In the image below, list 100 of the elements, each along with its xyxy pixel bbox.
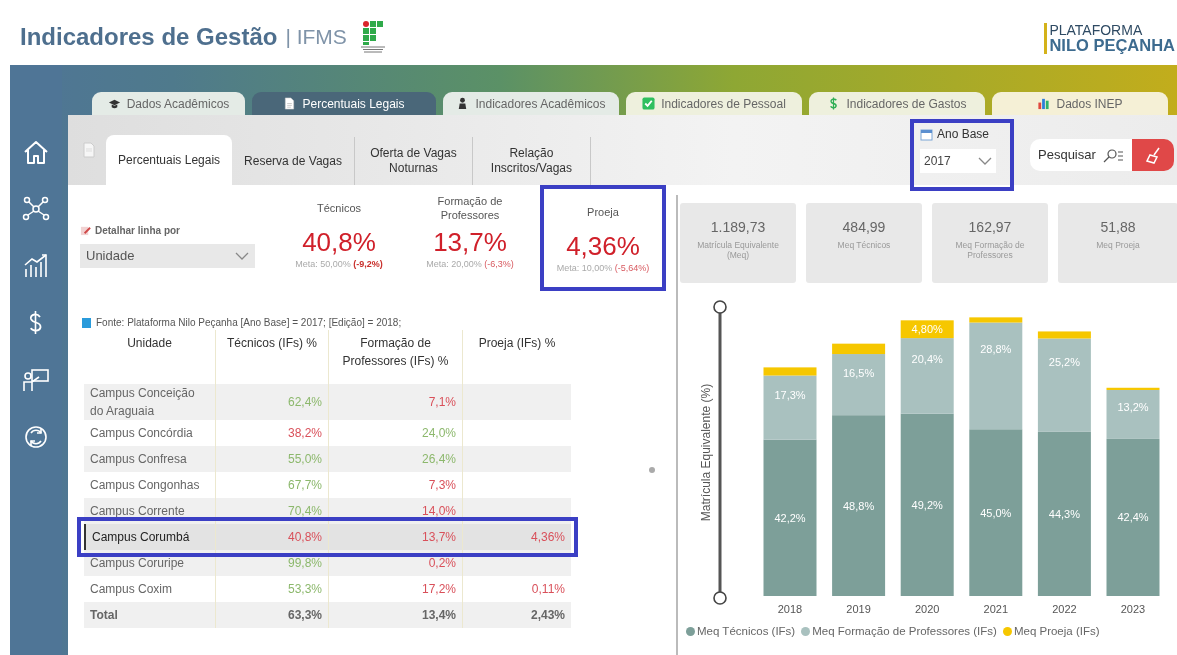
- card-label: Meq Proeja: [1096, 240, 1140, 251]
- table-cell-text: Campus Conceição do Araguaia: [89, 385, 196, 420]
- table-cell: 0,2%: [328, 550, 462, 576]
- data-label: 4,80%: [911, 323, 943, 336]
- total-cell: 2,43%: [462, 602, 571, 628]
- axis-label: 2023: [1120, 603, 1146, 615]
- legend-label: Meq Técnicos (IFs): [697, 624, 796, 639]
- growth-chart-icon[interactable]: [22, 253, 50, 279]
- organization-name: | IFMS: [285, 23, 347, 50]
- total-cell: 13,4%: [328, 602, 462, 628]
- card-label: Meq Técnicos: [837, 240, 891, 251]
- tab[interactable]: Dados INEP: [992, 92, 1168, 115]
- bar-chart-icon: [1037, 97, 1051, 110]
- data-label: 48,8%: [843, 499, 875, 512]
- document-icon: [283, 97, 297, 110]
- data-label: 28,8%: [980, 342, 1012, 355]
- subtab[interactable]: Relação Inscritos/Vagas: [472, 137, 591, 185]
- calendar-icon: [920, 127, 933, 141]
- card-value: 162,97: [968, 218, 1012, 237]
- table-cell-text: Campus Coruripe: [89, 555, 186, 572]
- bar-segment[interactable]: [832, 354, 886, 416]
- teacher-icon[interactable]: [22, 367, 50, 393]
- bar-segment[interactable]: [1106, 438, 1160, 596]
- cycle-icon[interactable]: [22, 424, 50, 450]
- tab[interactable]: Percentuais Legais: [252, 92, 436, 115]
- bar-segment[interactable]: [900, 413, 954, 596]
- kpi-target: Meta: 10,00%: [556, 263, 613, 274]
- tab[interactable]: Indicadores Acadêmicos: [443, 92, 619, 115]
- bar-segment[interactable]: [1037, 331, 1091, 339]
- bar-segment[interactable]: [763, 375, 817, 440]
- legend-label: Meq Formação de Professores (IFs): [812, 624, 997, 639]
- document-icon: [82, 142, 96, 158]
- bar-segment[interactable]: [900, 320, 954, 339]
- source-icon: [82, 317, 91, 328]
- axis-title: Matrícula Equivalente (%): [699, 383, 713, 522]
- bar-segment[interactable]: [969, 317, 1023, 323]
- column-header[interactable]: Unidade: [84, 330, 215, 384]
- tab[interactable]: Dados Acadêmicos: [92, 92, 245, 115]
- data-label: 25,2%: [1048, 356, 1080, 369]
- bar-segment[interactable]: [900, 338, 954, 414]
- resize-handle[interactable]: [649, 467, 655, 473]
- bar-segment[interactable]: [763, 439, 817, 596]
- data-label: 42,4%: [1117, 511, 1149, 524]
- data-label: 17,3%: [774, 389, 806, 402]
- data-label: 44,3%: [1048, 507, 1080, 520]
- kpi-title: Proeja: [587, 204, 619, 220]
- graduation-cap-icon: [107, 97, 121, 110]
- kpi-value: 13,7%: [433, 227, 507, 257]
- axis-label: 2018: [777, 603, 803, 615]
- bar-segment[interactable]: [969, 322, 1023, 430]
- subtab[interactable]: Reserva de Vagas: [232, 137, 355, 185]
- table-row[interactable]: Campus Confresa 55,0% 26,4%: [84, 446, 571, 472]
- axis-label: 2020: [914, 603, 940, 615]
- bar-segment[interactable]: [1106, 390, 1160, 439]
- subtab[interactable]: Percentuais Legais: [106, 135, 233, 185]
- range-slider[interactable]: [713, 300, 727, 605]
- table-cell: 55,0%: [215, 446, 328, 472]
- detail-dropdown[interactable]: Unidade: [80, 244, 255, 268]
- search-icon: [1101, 147, 1124, 163]
- network-icon[interactable]: [22, 196, 50, 222]
- bar-segment[interactable]: [1037, 338, 1091, 432]
- chevron-down-icon: [978, 157, 992, 165]
- bar-segment[interactable]: [763, 367, 817, 376]
- table-row[interactable]: Campus Corrente 70,4% 14,0%: [84, 498, 571, 524]
- axis-label: 2019: [846, 603, 871, 615]
- legend-label: Meq Proeja (IFs): [1013, 624, 1100, 639]
- table-cell: 26,4%: [328, 446, 462, 472]
- checkbox-icon: [642, 97, 656, 110]
- kpi-delta: (-5,64%): [614, 263, 650, 274]
- table-cell-text: Campus Concórdia: [89, 425, 194, 442]
- bar-segment[interactable]: [832, 343, 886, 355]
- brand-name: NILO PEÇANHA: [1049, 37, 1175, 54]
- card-value: 1.189,73: [710, 218, 766, 237]
- kpi-delta: (-6,3%): [484, 259, 514, 270]
- axis-label: 2021: [983, 603, 1009, 615]
- data-label: 13,2%: [1117, 401, 1149, 414]
- table-cell-text: Campus Congonhas: [89, 477, 201, 494]
- bar-segment[interactable]: [1106, 387, 1160, 390]
- bar-segment[interactable]: [832, 415, 886, 596]
- card-value: 484,99: [842, 218, 886, 237]
- table-cell: 99,8%: [215, 550, 328, 576]
- tab[interactable]: Indicadores de Pessoal: [626, 92, 802, 115]
- table-row[interactable]: Campus Conceição do Araguaia 62,4% 7,1%: [84, 384, 571, 420]
- subtab[interactable]: Oferta de Vagas Noturnas: [354, 137, 473, 185]
- home-icon[interactable]: [22, 139, 50, 165]
- data-label: 16,5%: [843, 367, 875, 380]
- brand-text: PLATAFORMA: [1049, 23, 1144, 38]
- search-button[interactable]: Pesquisar: [1030, 139, 1132, 171]
- table-cell-text: Campus Corrente: [89, 503, 186, 520]
- bar-segment[interactable]: [1037, 431, 1091, 596]
- clear-filters-button[interactable]: [1131, 139, 1174, 171]
- kpi-target: Meta: 50,00%: [295, 259, 351, 270]
- bar-segment[interactable]: [969, 429, 1023, 596]
- total-cell: 63,3%: [215, 602, 328, 628]
- table-row[interactable]: Campus Coruripe 99,8% 0,2%: [84, 550, 571, 576]
- detail-label: Detalhar linha por: [95, 224, 180, 238]
- tab[interactable]: Indicadores de Gastos: [809, 92, 985, 115]
- card-label: Matrícula Equivalente (Meq): [696, 240, 780, 261]
- logo: [358, 19, 387, 54]
- year-dropdown[interactable]: 2017: [920, 149, 996, 173]
